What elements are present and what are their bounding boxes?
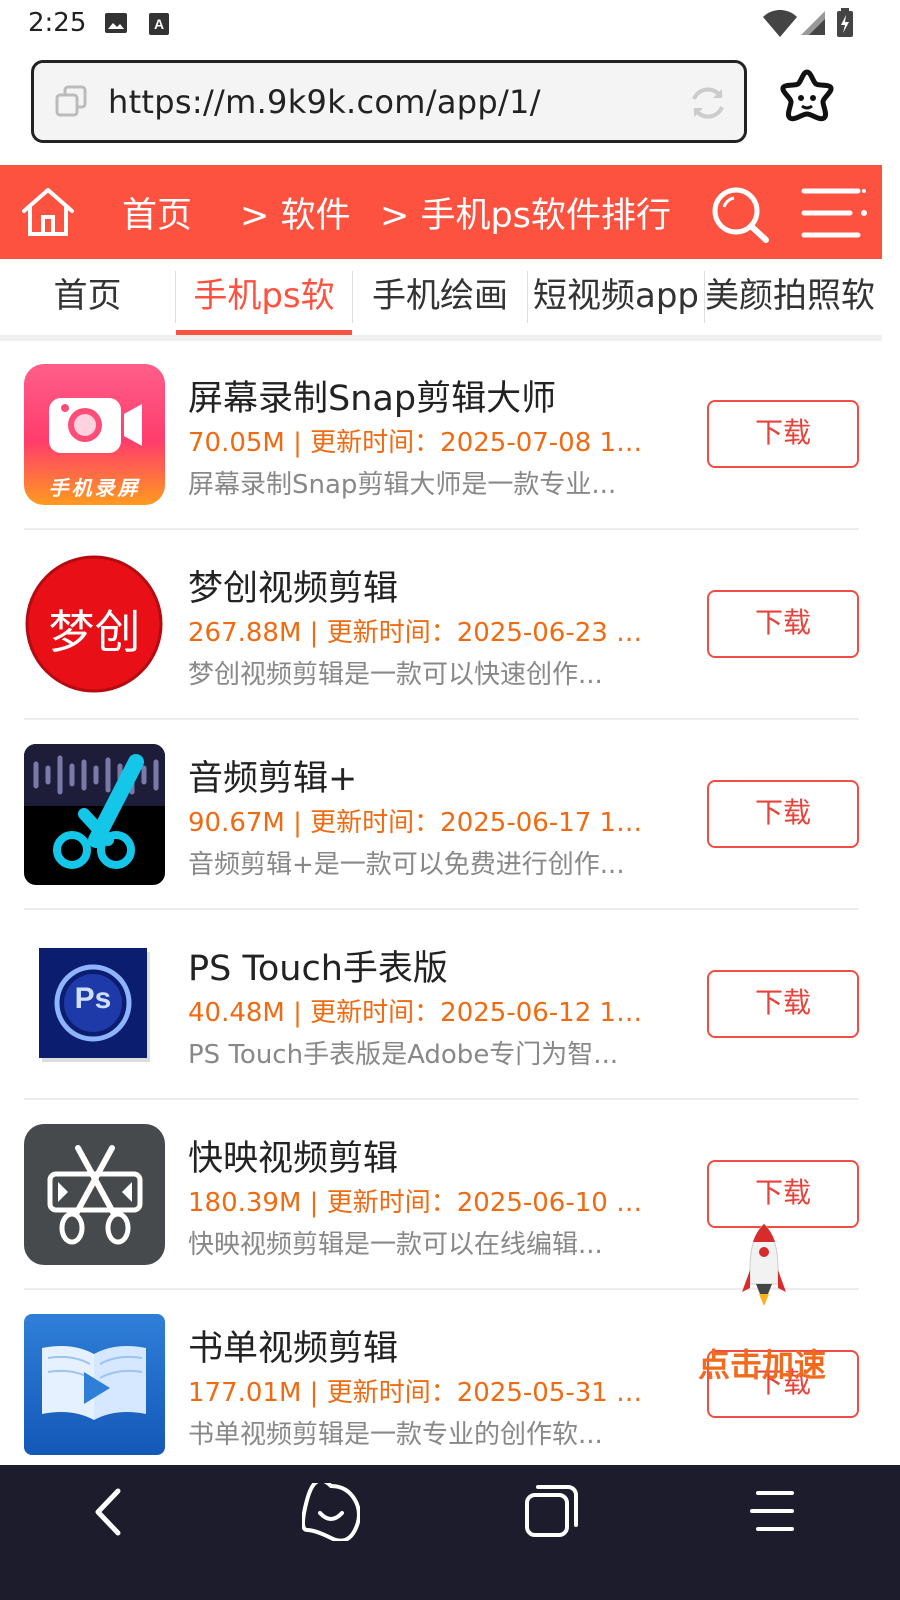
tab-label: 手机绘画 <box>372 276 508 316</box>
app-meta: 40.48M | 更新时间：2025-06-12 11... <box>188 998 648 1028</box>
screen-recorder-app-icon: 手机录屏 <box>24 364 165 505</box>
scissors-waveform-icon <box>24 744 165 869</box>
home-smile-icon[interactable] <box>302 1483 360 1541</box>
scissors-icon <box>47 1145 143 1245</box>
app-description: 快映视频剪辑是一款可以在线编辑... <box>188 1230 603 1260</box>
mengchuang-app-icon: 梦创 <box>24 554 165 695</box>
tabs-icon[interactable] <box>54 85 88 119</box>
shudan-app-icon <box>24 1314 165 1455</box>
browser-toolbar: https://m.9k9k.com/app/1/ <box>0 50 900 165</box>
status-bar: 2:25 A <box>0 0 900 50</box>
kuaiying-app-icon <box>24 1124 165 1265</box>
app-description: 音频剪辑+是一款可以免费进行创作... <box>188 850 625 880</box>
status-time: 2:25 <box>28 8 87 38</box>
app-name[interactable]: 书单视频剪辑 <box>188 1320 398 1371</box>
app-description: 屏幕录制Snap剪辑大师是一款专业... <box>188 470 617 500</box>
ps-touch-app-icon: Ps <box>24 934 165 1075</box>
tab-mobile-painting[interactable]: 手机绘画 <box>353 259 527 335</box>
category-tabs: 首页 手机ps软 手机绘画 短视频app 美颜拍照软 <box>0 259 882 341</box>
active-tab-underline <box>176 330 352 335</box>
app-name[interactable]: 屏幕录制Snap剪辑大师 <box>188 370 556 421</box>
battery-icon <box>837 8 853 37</box>
list-item[interactable]: 手机录屏 屏幕录制Snap剪辑大师 70.05M | 更新时间：2025-07-… <box>24 340 859 530</box>
breadcrumb-home[interactable]: 首页 <box>122 187 192 238</box>
tabs-switcher-icon[interactable] <box>524 1483 580 1539</box>
image-notification-icon <box>105 13 127 33</box>
app-icon-caption: 梦创 <box>48 605 141 659</box>
app-name[interactable]: 音频剪辑+ <box>188 750 357 801</box>
search-icon[interactable] <box>710 185 772 243</box>
tab-label: 手机ps软 <box>193 276 335 316</box>
download-button[interactable]: 下载 <box>707 590 859 658</box>
tab-beauty-camera[interactable]: 美颜拍照软 <box>705 259 882 335</box>
site-header: 首页 > 软件 > 手机ps软件排行 <box>0 165 882 259</box>
wifi-icon <box>763 10 797 37</box>
list-item[interactable]: Ps PS Touch手表版 40.48M | 更新时间：2025-06-12 … <box>24 910 859 1100</box>
app-meta: 267.88M | 更新时间：2025-06-23 1... <box>188 618 648 648</box>
text-notification-icon: A <box>149 13 169 35</box>
app-meta: 70.05M | 更新时间：2025-07-08 16... <box>188 428 648 458</box>
bookmark-star-icon[interactable] <box>774 68 840 130</box>
download-button[interactable]: 下载 <box>707 970 859 1038</box>
home-icon[interactable] <box>20 187 76 237</box>
list-item[interactable]: 梦创 梦创视频剪辑 267.88M | 更新时间：2025-06-23 1...… <box>24 530 859 720</box>
breadcrumb-ranking: > 手机ps软件排行 <box>380 196 671 236</box>
download-button[interactable]: 下载 <box>707 1160 859 1228</box>
app-name[interactable]: 快映视频剪辑 <box>188 1130 398 1181</box>
svg-text:A: A <box>154 16 164 32</box>
app-meta: 177.01M | 更新时间：2025-05-31 1... <box>188 1378 648 1408</box>
app-meta: 180.39M | 更新时间：2025-06-10 1... <box>188 1188 648 1218</box>
download-button[interactable]: 下载 <box>707 780 859 848</box>
tab-short-video[interactable]: 短视频app <box>528 259 704 335</box>
download-button[interactable]: 下载 <box>707 400 859 468</box>
rocket-icon[interactable] <box>740 1222 788 1308</box>
boost-button[interactable]: 点击加速 <box>698 1340 826 1386</box>
reload-icon[interactable] <box>688 83 728 123</box>
signal-icon <box>801 11 825 35</box>
open-book-icon <box>42 1346 146 1420</box>
tab-mobile-ps[interactable]: 手机ps软 <box>176 259 352 335</box>
browser-bottom-nav <box>0 1465 900 1600</box>
audio-editor-app-icon <box>24 744 165 885</box>
url-text[interactable]: https://m.9k9k.com/app/1/ <box>108 83 541 121</box>
list-item[interactable]: 音频剪辑+ 90.67M | 更新时间：2025-06-17 14... 音频剪… <box>24 720 859 910</box>
list-item[interactable]: 快映视频剪辑 180.39M | 更新时间：2025-06-10 1... 快映… <box>24 1100 859 1290</box>
menu-lines-icon[interactable] <box>748 1489 796 1533</box>
app-icon-caption: Ps <box>74 982 112 1015</box>
menu-icon[interactable] <box>800 187 868 239</box>
tab-label: 首页 <box>53 276 122 316</box>
tab-label: 美颜拍照软 <box>705 276 875 316</box>
back-icon[interactable] <box>88 1487 128 1537</box>
app-icon-caption: 手机录屏 <box>48 476 141 500</box>
app-meta: 90.67M | 更新时间：2025-06-17 14... <box>188 808 648 838</box>
app-description: 梦创视频剪辑是一款可以快速创作... <box>188 660 603 690</box>
breadcrumb-software[interactable]: > 软件 <box>240 187 350 238</box>
app-name[interactable]: PS Touch手表版 <box>188 940 448 991</box>
tab-home[interactable]: 首页 <box>0 259 175 335</box>
tab-label: 短视频app <box>533 276 699 316</box>
app-name[interactable]: 梦创视频剪辑 <box>188 560 398 611</box>
app-description: PS Touch手表版是Adobe专门为智... <box>188 1040 619 1070</box>
address-bar[interactable]: https://m.9k9k.com/app/1/ <box>31 60 747 143</box>
app-description: 书单视频剪辑是一款专业的创作软... <box>188 1420 603 1450</box>
